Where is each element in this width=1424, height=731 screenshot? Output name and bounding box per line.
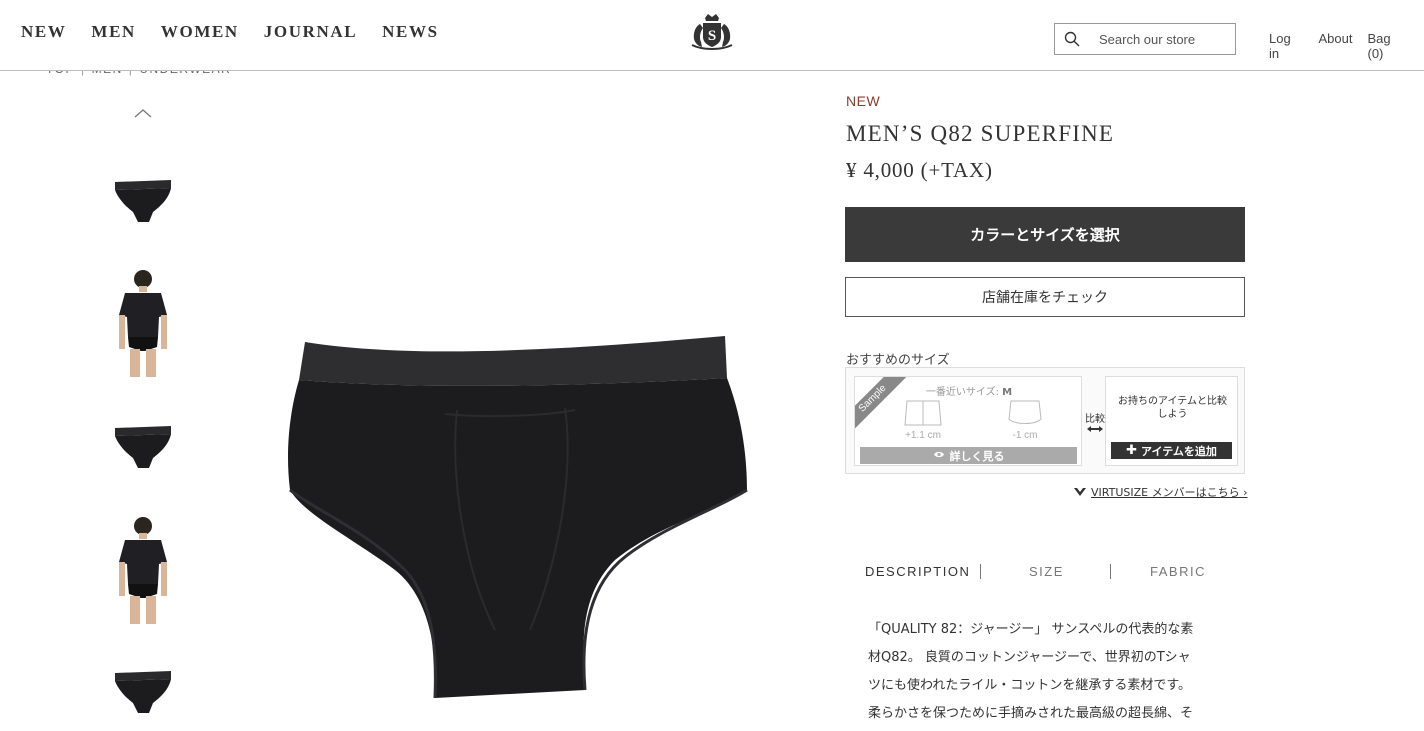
svg-text:S: S xyxy=(708,28,716,44)
product-price: ¥ 4,000 (+TAX) xyxy=(846,158,993,182)
search-icon[interactable] xyxy=(1055,24,1089,54)
description-line: 「QUALITY 82：ジャージー」 サンスペルの代表的な素 xyxy=(868,622,1194,637)
garment-outline-icon xyxy=(904,400,942,426)
compare-label: 比較 xyxy=(1085,414,1105,425)
product-description: 「QUALITY 82：ジャージー」 サンスペルの代表的な素 材Q82。 良質の… xyxy=(868,616,1223,728)
utility-links: Log in About Bag (0) xyxy=(1269,31,1424,61)
garment-outline-icon xyxy=(1008,400,1042,424)
tab-divider xyxy=(980,564,981,579)
nav-men[interactable]: MEN xyxy=(91,22,135,42)
virtusize-widget: Sample 一番近いサイズ: M +1.1 cm -1 cm 詳しく見る 比較… xyxy=(845,367,1245,474)
view-details-button[interactable]: 詳しく見る xyxy=(860,447,1077,464)
product-title: MEN’S Q82 SUPERFINE xyxy=(846,121,1115,146)
select-color-size-button[interactable]: カラーとサイズを選択 xyxy=(845,207,1245,262)
login-link[interactable]: Log in xyxy=(1269,31,1304,61)
size-sample-card: Sample 一番近いサイズ: M +1.1 cm -1 cm 詳しく見る xyxy=(854,376,1082,466)
search-box[interactable] xyxy=(1054,23,1236,55)
about-link[interactable]: About xyxy=(1319,31,1353,61)
thumbnail-3[interactable] xyxy=(108,410,178,476)
tab-divider xyxy=(1110,564,1111,579)
own-item-card: お持ちのアイテムと比較しよう ✚ アイテムを追加 xyxy=(1105,376,1238,466)
add-item-label: アイテムを追加 xyxy=(1141,444,1217,458)
own-item-text: お持ちのアイテムと比較しよう xyxy=(1118,396,1227,420)
briefs-thumbnail-image xyxy=(115,671,171,713)
nav-women[interactable]: WOMEN xyxy=(161,22,239,42)
view-details-label: 詳しく見る xyxy=(949,449,1005,463)
description-line: 柔らかさを保つために手摘みされた最高級の超長綿、そ xyxy=(868,706,1194,721)
thumbnail-5[interactable] xyxy=(108,655,178,721)
brand-logo[interactable]: S xyxy=(688,12,736,51)
tab-size[interactable]: SIZE xyxy=(1029,564,1064,579)
virtusize-member-label: VIRTUSIZE メンバーはこちら › xyxy=(1091,486,1248,499)
nav-new[interactable]: NEW xyxy=(21,22,66,42)
product-tabs: DESCRIPTION SIZE FABRIC xyxy=(845,562,1245,582)
main-product-image xyxy=(285,330,755,710)
crest-icon: S xyxy=(691,14,733,51)
description-line: 材Q82。 良質のコットンジャージーで、世界初のTシャ xyxy=(868,650,1191,665)
compare-indicator: 比較 xyxy=(1084,410,1106,436)
chevron-up-icon[interactable] xyxy=(133,106,153,120)
new-badge: NEW xyxy=(846,93,881,109)
double-arrow-icon xyxy=(1087,426,1103,432)
thumbnail-2[interactable] xyxy=(108,266,178,378)
thumbnail-1[interactable] xyxy=(108,160,178,234)
search-input[interactable] xyxy=(1089,31,1229,47)
model-thumbnail-image xyxy=(119,270,167,377)
check-store-stock-button[interactable]: 店舗在庫をチェック xyxy=(845,277,1245,317)
virtusize-logo-icon xyxy=(1074,488,1086,496)
tab-fabric[interactable]: FABRIC xyxy=(1150,564,1206,579)
tab-description[interactable]: DESCRIPTION xyxy=(865,564,970,579)
model-thumbnail-image xyxy=(119,517,167,624)
virtusize-member-link[interactable]: VIRTUSIZE メンバーはこちら › xyxy=(1073,484,1248,500)
eye-icon xyxy=(933,449,945,462)
plus-icon: ✚ xyxy=(1126,443,1137,458)
bag-link[interactable]: Bag (0) xyxy=(1367,31,1409,61)
site-header: NEW MEN WOMEN JOURNAL NEWS S Log in Abou… xyxy=(0,0,1424,71)
add-item-button[interactable]: ✚ アイテムを追加 xyxy=(1111,442,1232,459)
main-nav: NEW MEN WOMEN JOURNAL NEWS xyxy=(21,22,464,42)
description-line: ツにも使われたライル・コットンを継承する素材です。 xyxy=(868,678,1192,693)
closest-size-text: 一番近いサイズ: M xyxy=(925,387,1013,398)
briefs-thumbnail-image xyxy=(115,180,171,222)
size-diff-left: +1.1 cm xyxy=(905,430,941,441)
size-diff-right: -1 cm xyxy=(1012,430,1038,441)
thumbnail-4[interactable] xyxy=(108,513,178,625)
recommended-size-label: おすすめのサイズ xyxy=(846,353,950,368)
nav-news[interactable]: NEWS xyxy=(382,22,438,42)
nav-journal[interactable]: JOURNAL xyxy=(264,22,357,42)
briefs-thumbnail-image xyxy=(115,426,171,468)
